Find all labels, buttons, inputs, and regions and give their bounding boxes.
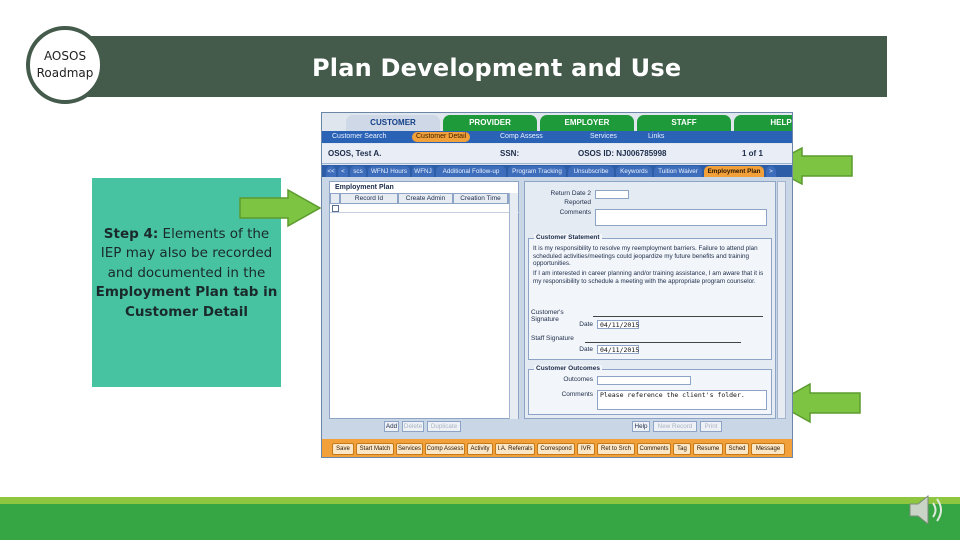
comments-field[interactable] bbox=[595, 209, 767, 226]
right-scrollbar[interactable] bbox=[777, 181, 786, 419]
logo-line-1: AOSOS bbox=[43, 49, 87, 63]
comments-label: Comments bbox=[559, 209, 591, 216]
tab-next[interactable]: > bbox=[766, 166, 776, 177]
tab-program-tracking[interactable]: Program Tracking bbox=[508, 166, 566, 177]
nav-comp-assess[interactable]: Comp Assess bbox=[500, 132, 543, 142]
reported-label: Reported bbox=[564, 199, 591, 206]
tab-help[interactable]: HELP bbox=[734, 115, 792, 131]
statement-paragraph-1: It is my responsibility to resolve my re… bbox=[533, 245, 758, 268]
new-record-button[interactable]: New Record bbox=[653, 421, 697, 432]
save-button[interactable]: Save bbox=[332, 443, 354, 455]
delete-button[interactable]: Delete bbox=[402, 421, 424, 432]
customer-name: OSOS, Test A. bbox=[328, 149, 382, 158]
osos-id: OSOS ID: NJ006785998 bbox=[578, 149, 667, 158]
tab-keywords[interactable]: Keywords bbox=[616, 166, 652, 177]
staff-signature-label: Staff Signature bbox=[531, 335, 574, 342]
detail-content: Employment Plan Record Id Create Admin C… bbox=[322, 177, 792, 439]
help-button[interactable]: Help bbox=[632, 421, 650, 432]
tab-employment-plan[interactable]: Employment Plan bbox=[704, 166, 764, 177]
nav-customer-search[interactable]: Customer Search bbox=[332, 132, 386, 142]
tab-customer[interactable]: CUSTOMER bbox=[346, 115, 440, 131]
tab-scs[interactable]: scs bbox=[350, 166, 366, 177]
top-tabs: CUSTOMER PROVIDER EMPLOYER STAFF HELP bbox=[346, 115, 792, 131]
bottom-toolbar: Save Start Match Services Comp Assess Ac… bbox=[322, 439, 792, 457]
ivr-button[interactable]: IVR bbox=[577, 443, 595, 455]
ssn-label: SSN: bbox=[500, 149, 520, 158]
staff-signature-line bbox=[585, 342, 741, 343]
grid-header: Record Id Create Admin Creation Time > bbox=[330, 193, 519, 204]
nav-services[interactable]: Services bbox=[590, 132, 617, 142]
nav-customer-detail[interactable]: Customer Detail bbox=[412, 132, 471, 142]
activity-button[interactable]: Activity bbox=[467, 443, 493, 455]
print-button[interactable]: Print bbox=[700, 421, 722, 432]
outcomes-label: Outcomes bbox=[563, 376, 593, 383]
return-date-label: Return Date 2 bbox=[550, 190, 591, 197]
services-button[interactable]: Services bbox=[396, 443, 423, 455]
col-create-admin[interactable]: Create Admin bbox=[398, 193, 453, 204]
step-text: Step 4: Elements of the IEP may also be … bbox=[94, 225, 279, 322]
sched-button[interactable]: Sched bbox=[725, 443, 749, 455]
customer-date-field[interactable]: 04/11/2015 bbox=[597, 320, 639, 329]
date-label-2: Date bbox=[579, 346, 593, 353]
aosos-screenshot: CUSTOMER PROVIDER EMPLOYER STAFF HELP Cu… bbox=[321, 112, 793, 458]
record-count: 1 of 1 bbox=[742, 149, 763, 158]
employment-plan-title: Employment Plan bbox=[335, 184, 394, 191]
outcomes-comments-field[interactable]: Please reference the client's folder. bbox=[597, 390, 767, 410]
ia-referrals-button[interactable]: I.A. Referrals bbox=[495, 443, 535, 455]
tab-additional-follow-up[interactable]: Additional Follow-up bbox=[436, 166, 506, 177]
customer-info-bar: OSOS, Test A. SSN: OSOS ID: NJ006785998 … bbox=[322, 144, 792, 164]
outcomes-select[interactable] bbox=[597, 376, 691, 385]
grid-header-select bbox=[330, 193, 340, 204]
resume-button[interactable]: Resume bbox=[693, 443, 723, 455]
tab-employer[interactable]: EMPLOYER bbox=[540, 115, 634, 131]
col-record-id[interactable]: Record Id bbox=[340, 193, 398, 204]
employment-plan-list: Employment Plan Record Id Create Admin C… bbox=[329, 181, 520, 419]
detail-tab-row: << < scs WFNJ Hours WFNJ Additional Foll… bbox=[322, 165, 792, 177]
sub-nav: Customer Search Customer Detail Comp Ass… bbox=[322, 131, 792, 143]
tab-prev[interactable]: < bbox=[338, 166, 348, 177]
tab-first[interactable]: << bbox=[326, 166, 336, 177]
customer-statement-title: Customer Statement bbox=[534, 234, 602, 241]
step-bold: Employment Plan tab in Customer Detail bbox=[95, 284, 278, 320]
statement-paragraph-2: If I am interested in career planning an… bbox=[533, 270, 764, 285]
row-checkbox[interactable] bbox=[332, 205, 339, 212]
footer-bar bbox=[0, 504, 960, 540]
tab-staff[interactable]: STAFF bbox=[637, 115, 731, 131]
date-label-1: Date bbox=[579, 321, 593, 328]
tab-wfnj-hours[interactable]: WFNJ Hours bbox=[368, 166, 410, 177]
tag-button[interactable]: Tag bbox=[673, 443, 691, 455]
correspond-button[interactable]: Correspond bbox=[537, 443, 575, 455]
arrow-right-icon bbox=[239, 188, 322, 228]
footer-accent-strip bbox=[0, 497, 960, 504]
ret-to-srch-button[interactable]: Ret to Srch bbox=[597, 443, 635, 455]
col-creation-time[interactable]: Creation Time bbox=[453, 193, 508, 204]
tab-wfnj[interactable]: WFNJ bbox=[412, 166, 434, 177]
customer-statement-group: Customer Statement It is my responsibili… bbox=[528, 234, 772, 360]
customer-outcomes-title: Customer Outcomes bbox=[534, 365, 602, 372]
customer-outcomes-group: Customer Outcomes Outcomes Comments Plea… bbox=[528, 365, 772, 415]
outcomes-comments-label: Comments bbox=[561, 391, 593, 398]
start-match-button[interactable]: Start Match bbox=[356, 443, 394, 455]
table-row[interactable] bbox=[330, 204, 520, 213]
message-button[interactable]: Message bbox=[751, 443, 785, 455]
comp-assess-button[interactable]: Comp Assess bbox=[425, 443, 465, 455]
customer-signature-line bbox=[593, 316, 763, 317]
step-label: Step 4: bbox=[103, 226, 159, 242]
comments-button[interactable]: Comments bbox=[637, 443, 671, 455]
staff-date-field[interactable]: 04/11/2015 bbox=[597, 345, 639, 354]
logo-line-2: Roadmap bbox=[36, 66, 94, 80]
tab-provider[interactable]: PROVIDER bbox=[443, 115, 537, 131]
left-scrollbar[interactable] bbox=[509, 193, 518, 419]
duplicate-button[interactable]: Duplicate bbox=[427, 421, 461, 432]
aosos-roadmap-logo: AOSOS Roadmap bbox=[26, 26, 104, 104]
employment-plan-detail: Return Date 2 Reported Comments Customer… bbox=[524, 181, 776, 419]
slide-title: Plan Development and Use bbox=[312, 54, 682, 82]
return-date-field[interactable] bbox=[595, 190, 629, 199]
tab-tuition-waiver[interactable]: Tuition Waiver bbox=[654, 166, 702, 177]
add-button[interactable]: Add bbox=[384, 421, 399, 432]
nav-links[interactable]: Links bbox=[648, 132, 664, 142]
speaker-icon[interactable] bbox=[906, 490, 946, 530]
tab-unsubscribe[interactable]: Unsubscribe bbox=[568, 166, 614, 177]
